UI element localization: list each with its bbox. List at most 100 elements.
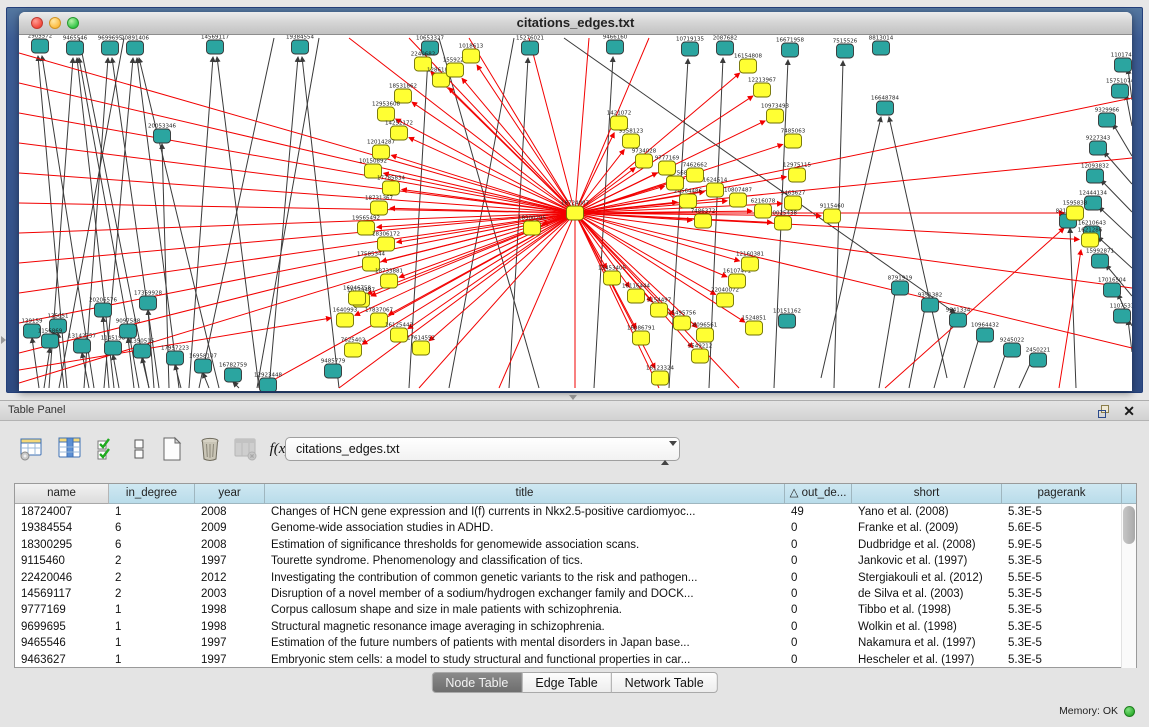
tab-network-table[interactable]: Network Table bbox=[612, 672, 718, 693]
close-window-button[interactable] bbox=[31, 17, 43, 29]
graph-node[interactable]: 10807487 bbox=[724, 188, 752, 208]
collapse-arrow-icon[interactable] bbox=[1, 336, 6, 344]
graph-node[interactable]: 16671958 bbox=[776, 38, 804, 58]
graph-node[interactable]: 15276021 bbox=[516, 36, 544, 56]
graph-node[interactable]: 9699695 bbox=[98, 36, 123, 56]
delete-column-trash-icon[interactable] bbox=[196, 435, 224, 463]
column-header-pagerank[interactable]: pagerank bbox=[1002, 484, 1122, 504]
graph-node[interactable]: 9227343 bbox=[1086, 136, 1111, 156]
graph-node[interactable]: 9485779 bbox=[321, 359, 346, 379]
graph-node[interactable]: 14252172 bbox=[385, 121, 413, 141]
graph-node[interactable]: 19384554 bbox=[286, 35, 314, 54]
graph-node[interactable]: 9841334 bbox=[946, 308, 971, 328]
unselect-all-columns-icon[interactable] bbox=[126, 435, 154, 463]
minimize-window-button[interactable] bbox=[49, 17, 61, 29]
graph-node[interactable]: 13142757 bbox=[68, 334, 96, 354]
column-header-out_de[interactable]: △ out_de... bbox=[785, 484, 852, 504]
table-row[interactable]: 2242004622012Investigating the contribut… bbox=[15, 570, 1136, 586]
close-panel-icon[interactable]: ✕ bbox=[1123, 403, 1135, 420]
column-header-title[interactable]: title bbox=[265, 484, 785, 504]
graph-node[interactable]: 1595838 bbox=[1063, 201, 1088, 221]
graph-node[interactable]: 10964432 bbox=[971, 323, 999, 343]
graph-node[interactable]: 1101744 bbox=[1111, 53, 1132, 73]
graph-node[interactable]: 7625402 bbox=[341, 338, 366, 358]
graph-node[interactable]: 9463627 bbox=[781, 191, 806, 211]
graph-node[interactable]: 16782759 bbox=[219, 363, 247, 383]
graph-node[interactable]: 1107533 bbox=[1110, 304, 1132, 324]
table-vertical-scrollbar[interactable] bbox=[1121, 504, 1136, 668]
graph-node[interactable]: 8813014 bbox=[869, 36, 894, 56]
graph-node[interactable]: 16648784 bbox=[871, 96, 899, 116]
graph-node[interactable]: 8096561 bbox=[693, 323, 718, 343]
column-header-in_degree[interactable]: in_degree bbox=[109, 484, 195, 504]
graph-node[interactable]: 9558123 bbox=[619, 129, 644, 149]
column-header-name[interactable]: name bbox=[15, 484, 109, 504]
graph-node[interactable]: 15453405 bbox=[598, 266, 626, 286]
table-row[interactable]: 1830029562008Estimation of significance … bbox=[15, 537, 1136, 553]
graph-node[interactable]: 15992871 bbox=[1086, 249, 1114, 269]
graph-node[interactable]: 7462662 bbox=[683, 163, 708, 183]
graph-node[interactable]: 18731367 bbox=[365, 196, 393, 216]
graph-node[interactable]: 12093832 bbox=[1081, 164, 1109, 184]
table-row[interactable]: 1938455462009Genome-wide association stu… bbox=[15, 520, 1136, 536]
graph-node[interactable]: 16154808 bbox=[734, 54, 762, 74]
graph-node[interactable]: 17957223 bbox=[161, 346, 189, 366]
graph-node[interactable]: 17359928 bbox=[134, 291, 162, 311]
graph-node[interactable]: 1524851 bbox=[742, 316, 767, 336]
new-column-icon[interactable] bbox=[158, 435, 186, 463]
zoom-window-button[interactable] bbox=[67, 17, 79, 29]
graph-node[interactable]: 1018613 bbox=[459, 44, 484, 64]
graph-node[interactable]: 20891406 bbox=[121, 36, 149, 56]
graph-node[interactable]: 1145198 bbox=[101, 336, 126, 356]
graph-node[interactable]: 1640993 bbox=[333, 308, 358, 328]
table-row[interactable]: 969969511998Structural magnetic resonanc… bbox=[15, 619, 1136, 635]
graph-node[interactable]: 22040072 bbox=[711, 288, 739, 308]
graph-node[interactable]: 20206576 bbox=[89, 298, 117, 318]
select-all-columns-icon[interactable] bbox=[94, 435, 122, 463]
graph-node[interactable]: 12953608 bbox=[372, 102, 400, 122]
graph-node[interactable]: 12213967 bbox=[748, 78, 776, 98]
table-row[interactable]: 1456911722003Disruption of a novel membe… bbox=[15, 586, 1136, 602]
graph-node[interactable]: 2905572 bbox=[28, 35, 53, 53]
table-selector-dropdown[interactable]: citations_edges.txt bbox=[285, 437, 680, 461]
table-row[interactable]: 946554611997Estimation of the future num… bbox=[15, 635, 1136, 651]
table-row[interactable]: 911546021997Tourette syndrome. Phenomeno… bbox=[15, 553, 1136, 569]
graph-node[interactable]: 9734028 bbox=[632, 149, 657, 169]
show-columns-icon[interactable] bbox=[56, 435, 84, 463]
graph-node[interactable]: 15751074 bbox=[1106, 79, 1132, 99]
graph-node[interactable]: 12975115 bbox=[783, 163, 811, 183]
column-header-year[interactable]: year bbox=[195, 484, 265, 504]
network-canvas[interactable]: 2905572 9465546 969969520891406 14569117 193… bbox=[19, 35, 1132, 391]
graph-node[interactable]: 17016504 bbox=[1098, 278, 1126, 298]
column-header-short[interactable]: short bbox=[852, 484, 1002, 504]
graph-node[interactable]: 9351382 bbox=[918, 293, 943, 313]
graph-node[interactable]: 8791919 bbox=[888, 276, 913, 296]
tab-node-table[interactable]: Node Table bbox=[431, 672, 522, 693]
graph-node[interactable]: 7486372 bbox=[691, 209, 716, 229]
table-row[interactable]: 946362711997Embryonic stem cells: a mode… bbox=[15, 652, 1136, 668]
table-mode-icon[interactable] bbox=[18, 435, 46, 463]
table-row[interactable]: 1872400712008Changes of HCN gene express… bbox=[15, 504, 1136, 520]
window-titlebar[interactable]: citations_edges.txt bbox=[19, 12, 1132, 35]
graph-node[interactable]: 2087682 bbox=[713, 36, 738, 56]
float-panel-icon[interactable] bbox=[1098, 405, 1111, 418]
graph-node[interactable]: 18531862 bbox=[389, 84, 417, 104]
graph-node[interactable]: 7485063 bbox=[781, 129, 806, 149]
graph-node[interactable]: 12014287 bbox=[367, 140, 395, 160]
graph-node[interactable]: 10025438 bbox=[769, 211, 797, 231]
graph-node[interactable]: 16086791 bbox=[627, 326, 655, 346]
graph-node[interactable]: 9465546 bbox=[63, 36, 88, 56]
graph-node[interactable]: 9245022 bbox=[1000, 338, 1025, 358]
graph-node[interactable]: 9329966 bbox=[1095, 108, 1120, 128]
graph-node[interactable]: 2450221 bbox=[1026, 348, 1051, 368]
tab-edge-table[interactable]: Edge Table bbox=[522, 672, 611, 693]
graph-node[interactable]: 17785834 bbox=[377, 176, 405, 196]
graph-node[interactable]: 7515526 bbox=[833, 39, 858, 59]
graph-node[interactable]: 1421072 bbox=[607, 111, 632, 131]
scrollbar-thumb[interactable] bbox=[1123, 506, 1135, 544]
memory-status-indicator[interactable] bbox=[1124, 706, 1135, 717]
graph-node[interactable]: 9549212 bbox=[688, 344, 713, 364]
graph-node[interactable]: 14569117 bbox=[201, 35, 229, 54]
table-row[interactable]: 977716911998Corpus callosum shape and si… bbox=[15, 602, 1136, 618]
graph-node[interactable]: 9466160 bbox=[603, 35, 628, 54]
